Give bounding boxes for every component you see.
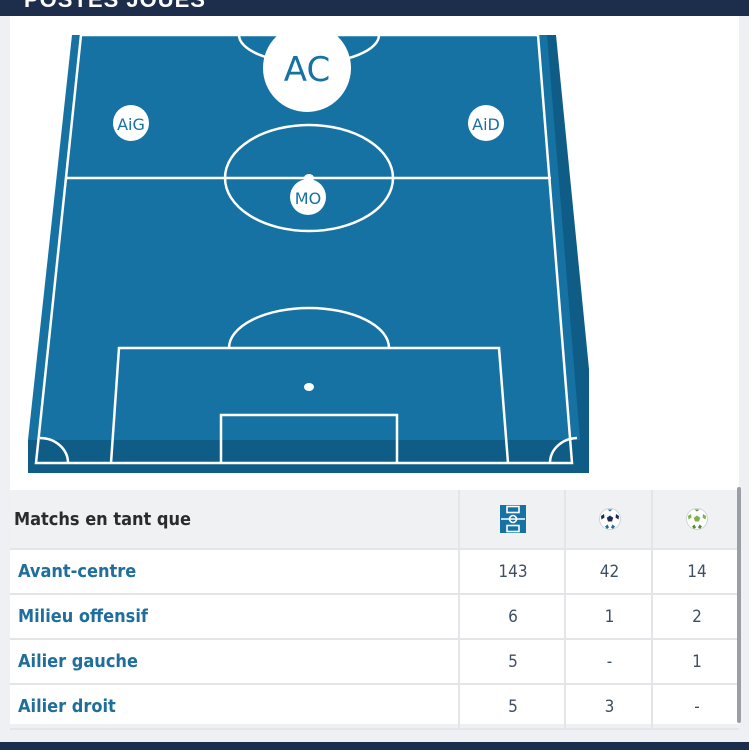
goals-count: - [564,640,653,683]
goals-count: 1 [564,595,653,638]
pitch-diagram: AC AiG AiD MO [28,35,589,473]
assists-count: - [651,685,741,728]
section-title: POSTES JOUÉS [24,0,206,13]
positions-table: Matchs en tant que Avant-centre 143 42 1… [10,490,739,730]
section-header: POSTES JOUÉS [0,0,749,16]
table-header-label: Matchs en tant que [14,508,192,530]
table-row: Avant-centre 143 42 14 [10,550,739,595]
table-row: Milieu offensif 6 1 2 [10,595,739,640]
table-row: Ailier gauche 5 - 1 [10,640,739,685]
position-label-aid: AiD [472,115,500,134]
assists-count: 2 [651,595,741,638]
position-label-mo: MO [295,189,321,208]
matches-count: 5 [458,640,566,683]
goals-count: 42 [564,550,653,593]
ball-icon [598,508,621,530]
matches-count: 6 [458,595,566,638]
position-label-aig: AiG [117,115,145,134]
pitch-icon [500,505,526,533]
position-label-ac: AC [284,50,330,90]
position-link-avant-centre[interactable]: Avant-centre [16,561,136,582]
goals-count: 3 [564,685,653,728]
scrollbar[interactable] [737,487,741,723]
table-header-row: Matchs en tant que [10,490,739,550]
position-link-ailier-gauche[interactable]: Ailier gauche [16,651,138,672]
assist-ball-icon [686,508,708,530]
positions-card: AC AiG AiD MO Matchs en tant que Avant-c… [10,16,739,730]
table-row: Ailier droit 5 3 - [10,685,739,730]
matches-count: 143 [458,550,566,593]
assists-count: 1 [651,640,741,683]
position-link-milieu-offensif[interactable]: Milieu offensif [16,606,148,627]
assists-count: 14 [651,550,741,593]
position-link-ailier-droit[interactable]: Ailier droit [16,696,116,717]
penalty-spot [304,383,314,391]
matches-count: 5 [458,685,566,728]
next-section-header [0,742,749,750]
